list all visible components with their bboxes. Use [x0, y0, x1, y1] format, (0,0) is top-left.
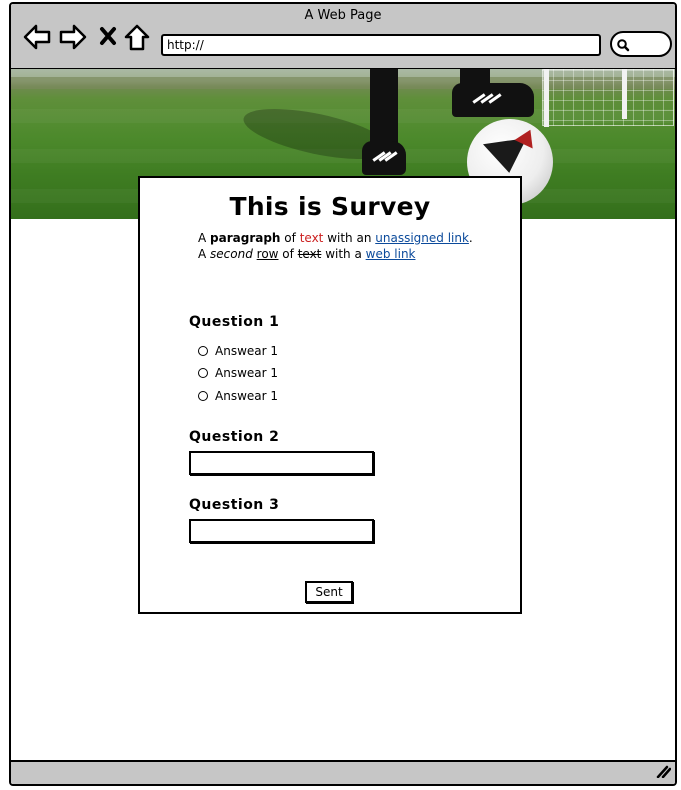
url-input[interactable]: http://: [161, 34, 601, 56]
close-icon[interactable]: [99, 26, 117, 50]
forward-arrow-icon[interactable]: [59, 24, 87, 54]
red-text: text: [299, 231, 324, 245]
sent-button[interactable]: Sent: [305, 581, 353, 603]
question-1-option-2[interactable]: Answear 1: [198, 366, 278, 380]
question-2-label: Question 2: [189, 429, 280, 445]
italic-text: second: [210, 247, 253, 261]
home-icon[interactable]: [124, 24, 150, 56]
description-line-1: A paragraph of text with an unassigned l…: [198, 231, 473, 245]
description-line-2: A second row of text with a web link: [198, 247, 416, 261]
survey-card: This is Survey A paragraph of text with …: [138, 176, 522, 614]
question-1-label: Question 1: [189, 314, 280, 330]
question-2-input[interactable]: [189, 451, 374, 475]
radio-button[interactable]: [198, 346, 208, 356]
bold-text: paragraph: [210, 231, 281, 245]
resize-grip-icon[interactable]: [655, 763, 672, 782]
question-1-option-3[interactable]: Answear 1: [198, 389, 278, 403]
strikethrough-text: text: [297, 247, 322, 261]
search-icon[interactable]: [616, 37, 630, 56]
survey-title: This is Survey: [229, 192, 431, 221]
underlined-text: row: [256, 247, 279, 261]
survey-description: A paragraph of text with an unassigned l…: [198, 230, 473, 262]
question-3-label: Question 3: [189, 497, 280, 513]
web-link[interactable]: web link: [366, 247, 416, 261]
search-field[interactable]: [610, 31, 672, 57]
radio-button[interactable]: [198, 391, 208, 401]
back-arrow-icon[interactable]: [23, 24, 51, 54]
question-1-option-1[interactable]: Answear 1: [198, 344, 278, 358]
radio-button[interactable]: [198, 368, 208, 378]
unassigned-link[interactable]: unassigned link: [375, 231, 469, 245]
window-title: A Web Page: [304, 8, 382, 23]
status-bar: [11, 760, 675, 784]
question-3-input[interactable]: [189, 519, 374, 543]
browser-toolbar: A Web Page http://: [11, 4, 675, 70]
